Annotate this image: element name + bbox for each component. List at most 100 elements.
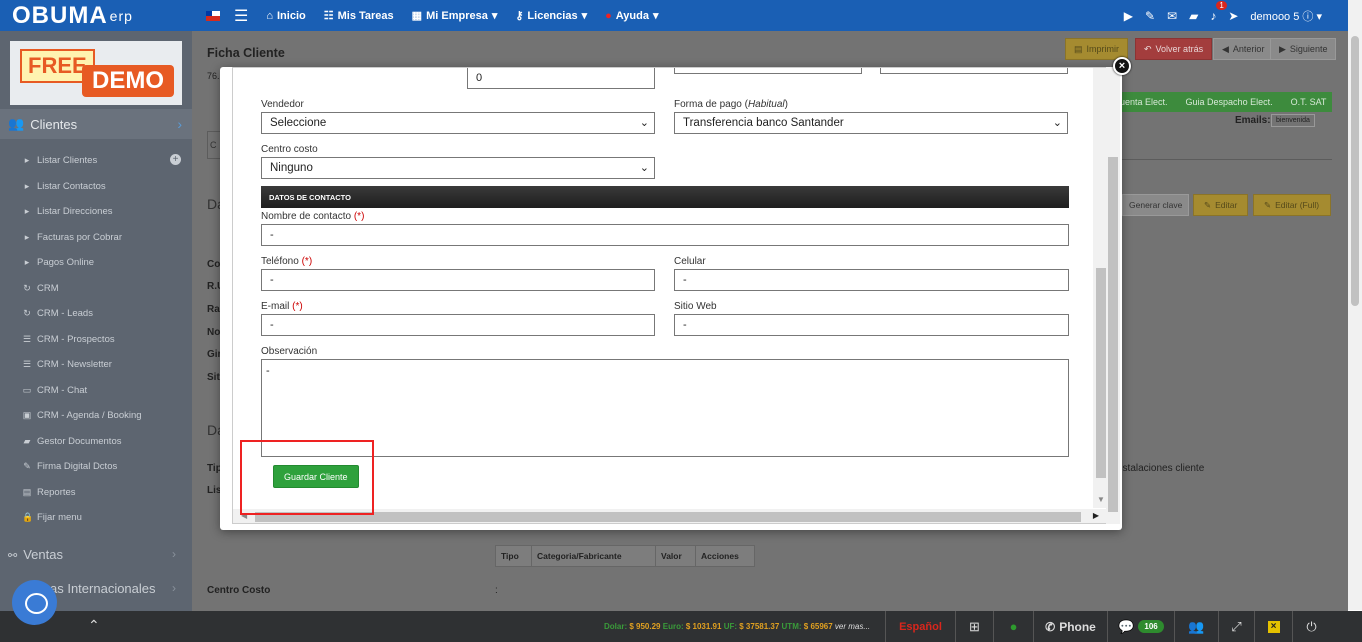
nav-mis-tareas-label: Mis Tareas	[337, 9, 394, 22]
horizontal-scrollbar-thumb[interactable]	[255, 512, 1081, 522]
mail-icon[interactable]: ✉	[1167, 9, 1177, 23]
tab-fragment[interactable]: C	[207, 131, 221, 159]
nombre-contacto-input[interactable]: -	[261, 224, 1069, 246]
chat-widget-icon[interactable]	[12, 580, 57, 625]
phone-button[interactable]: ✆ Phone	[1033, 611, 1107, 642]
email-input[interactable]: -	[261, 314, 655, 336]
back-button[interactable]: ↶ Volver atrás	[1135, 38, 1213, 60]
vendedor-select[interactable]: Seleccione ⌄	[261, 112, 655, 134]
numeric-field[interactable]: 0	[467, 68, 655, 89]
utm-label: UTM:	[781, 622, 802, 631]
forma-pago-select[interactable]: Transferencia banco Santander ⌄	[674, 112, 1068, 134]
green-chat-icon[interactable]: ●	[993, 611, 1033, 642]
sidebar-item-label: Fijar menu	[37, 512, 82, 523]
nav-mis-tareas[interactable]: ☷ Mis Tareas	[324, 9, 394, 23]
nav-licencias[interactable]: ⚷ Licencias ▾	[515, 9, 587, 23]
close-x-icon[interactable]: ×	[1254, 611, 1292, 642]
nav-ayuda[interactable]: ● Ayuda ▾	[605, 9, 658, 23]
vendedor-value: Seleccione	[270, 117, 327, 129]
language-selector[interactable]: Español	[885, 611, 955, 642]
users-group-icon[interactable]: 👥	[1174, 611, 1218, 642]
modal-scrollbar-thumb[interactable]	[1108, 157, 1118, 512]
edit-button[interactable]: ✎ Editar	[1193, 194, 1249, 216]
doc-tab[interactable]: uenta Elect.	[1120, 97, 1168, 107]
page-scrollbar[interactable]	[1348, 0, 1362, 610]
generate-key-button[interactable]: Generar clave	[1122, 194, 1190, 216]
celular-input[interactable]: -	[674, 269, 1069, 291]
nav-mi-empresa[interactable]: ▦ Mi Empresa ▾	[412, 9, 498, 23]
required-mark: (*)	[301, 256, 313, 267]
messages-button[interactable]: 💬 106	[1107, 611, 1174, 642]
sidebar-item-listar-contactos[interactable]: ▸ Listar Contactos	[22, 181, 106, 192]
observacion-textarea[interactable]: -	[261, 359, 1069, 457]
nav-inicio[interactable]: ⌂ Inicio	[266, 10, 305, 22]
arrow-left-icon: ◀	[1222, 43, 1229, 54]
sidebar-item-crm-leads[interactable]: ↻ CRM - Leads	[22, 308, 93, 319]
nav-inicio-label: Inicio	[277, 9, 306, 22]
folder-icon[interactable]: ▰	[1189, 9, 1198, 23]
sidebar-item-listar-clientes[interactable]: ▸ Listar Clientes	[22, 155, 97, 166]
telefono-label: Teléfono (*)	[261, 256, 312, 267]
sidebar-item-listar-direcciones[interactable]: ▸ Listar Direcciones	[22, 206, 113, 217]
sidebar-item-fijar-menu[interactable]: 🔒 Fijar menu	[22, 512, 82, 523]
required-mark: (*)	[353, 211, 365, 222]
top-field-2[interactable]	[674, 68, 862, 74]
page-title: Ficha Cliente	[207, 46, 285, 60]
form-scrollbar-thumb[interactable]	[1096, 268, 1106, 478]
phone-label: Phone	[1059, 619, 1096, 634]
pen-icon[interactable]: ✎	[1145, 9, 1155, 23]
chile-flag-icon[interactable]	[206, 10, 220, 21]
pen-icon: ✎	[23, 461, 31, 471]
instalaciones-text: nstalaciones cliente	[1117, 463, 1205, 474]
sitemap-icon[interactable]: ⊞	[955, 611, 993, 642]
sidebar-item-facturas[interactable]: ▸ Facturas por Cobrar	[22, 232, 122, 243]
sidebar-item-reportes[interactable]: ▤ Reportes	[22, 487, 76, 498]
sidebar-item-label: CRM - Leads	[37, 308, 93, 319]
sidebar-item-gestor-documentos[interactable]: ▰ Gestor Documentos	[22, 436, 122, 447]
sidebar-item-label: Listar Contactos	[37, 181, 106, 192]
sidebar-item-crm[interactable]: ↻ CRM	[22, 283, 58, 294]
obuma-logo[interactable]: OBUMA erp	[0, 0, 192, 31]
send-icon[interactable]: ➤	[1228, 9, 1238, 23]
sidebar-item-label: CRM - Chat	[37, 385, 88, 396]
modal-close-icon[interactable]: ×	[1113, 57, 1131, 75]
doc-tab[interactable]: Guia Despacho Elect.	[1186, 97, 1273, 107]
bullet-icon: ▸	[24, 155, 30, 165]
top-field-3[interactable]	[880, 68, 1068, 74]
power-icon[interactable]: ⏻	[1292, 611, 1330, 642]
arrow-right-icon: ▶	[1279, 43, 1286, 54]
bullet-icon: ▸	[24, 257, 30, 267]
telefono-input[interactable]: -	[261, 269, 655, 291]
modal-scrollbar[interactable]	[1106, 67, 1120, 524]
bell-icon[interactable]: ♪ 1	[1210, 0, 1227, 23]
rates-more-link[interactable]: ver mas...	[835, 622, 870, 631]
sidebar-item-firma-digital[interactable]: ✎ Firma Digital Dctos	[22, 461, 117, 472]
previous-button[interactable]: ◀ Anterior	[1213, 38, 1274, 60]
sidebar-item-label: Firma Digital Dctos	[37, 461, 118, 472]
sidebar-item-label: CRM - Agenda / Booking	[37, 410, 142, 421]
edit-full-button[interactable]: ✎ Editar (Full)	[1253, 194, 1331, 216]
centro-costo-select[interactable]: Ninguno ⌄	[261, 157, 655, 179]
sidebar-item-crm-chat[interactable]: ▭ CRM - Chat	[22, 385, 87, 396]
sidebar-item-crm-newsletter[interactable]: ☰ CRM - Newsletter	[22, 359, 112, 370]
sitio-web-input[interactable]: -	[674, 314, 1069, 336]
sidebar-item-crm-prospectos[interactable]: ☰ CRM - Prospectos	[22, 334, 115, 345]
scroll-down-arrow-icon[interactable]: ▼	[1097, 495, 1105, 504]
doc-tab[interactable]: O.T. SAT	[1291, 97, 1327, 107]
fullscreen-icon[interactable]: ⤢	[1218, 611, 1254, 642]
sidebar-item-label: Facturas por Cobrar	[37, 232, 123, 243]
sidebar-item-crm-agenda[interactable]: ▣ CRM - Agenda / Booking	[22, 410, 142, 421]
chevron-right-icon: ›	[177, 116, 182, 132]
next-button[interactable]: ▶ Siguiente	[1270, 38, 1337, 60]
page-scrollbar-thumb[interactable]	[1351, 36, 1359, 306]
add-client-icon[interactable]: +	[170, 154, 181, 165]
sidebar-item-pagos-online[interactable]: ▸ Pagos Online	[22, 257, 94, 268]
scroll-right-arrow-icon[interactable]: ▶	[1093, 511, 1099, 520]
menu-toggle-icon[interactable]: ☰	[234, 6, 248, 26]
youtube-icon[interactable]: ▶	[1124, 9, 1133, 23]
sidebar-section-ventas[interactable]: ⚯ Ventas ›	[8, 547, 176, 562]
nav-licencias-label: Licencias	[527, 9, 578, 22]
user-menu[interactable]: demooo 5 ⓘ ▾	[1250, 8, 1322, 24]
bullet-icon: ▸	[24, 181, 30, 191]
sidebar-section-clientes[interactable]: 👥 Clientes ›	[0, 109, 192, 139]
